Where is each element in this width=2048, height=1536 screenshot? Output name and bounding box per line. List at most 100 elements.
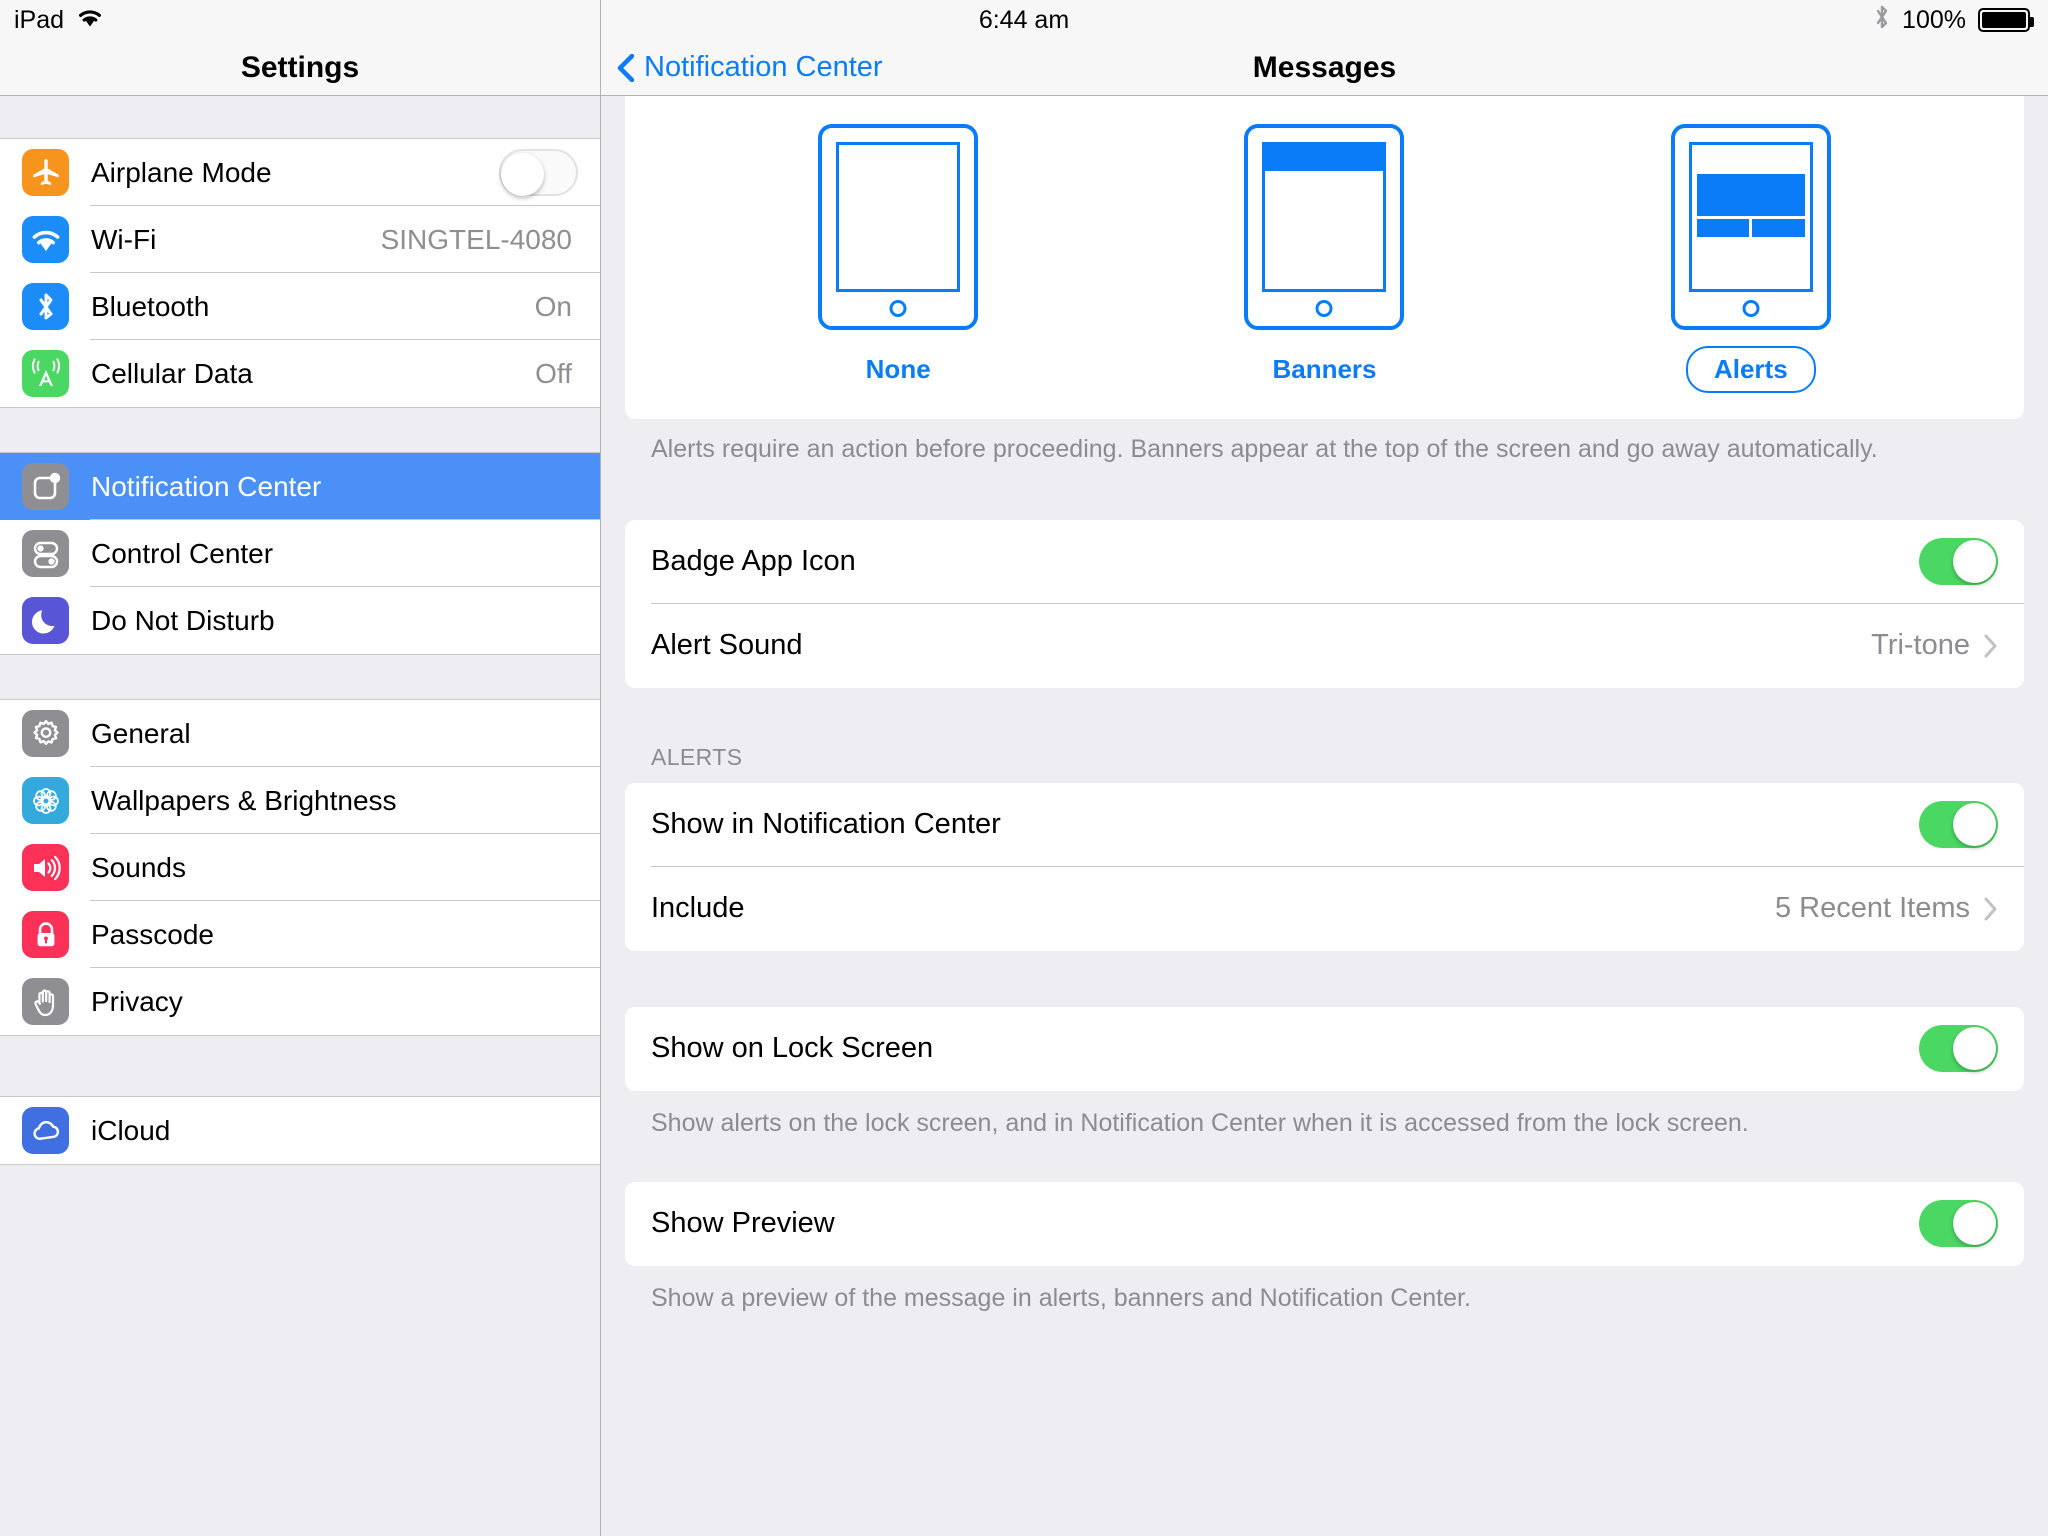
cloud-icon [22, 1107, 69, 1154]
banner-bar [1265, 145, 1384, 171]
battery-full-icon [1978, 8, 2034, 32]
switch-knob [1953, 803, 1996, 847]
row-label: Alert Sound [651, 629, 803, 662]
alert-style-options: None Banners Alerts [625, 96, 2024, 419]
lock-screen-card: Show on Lock Screen [625, 1006, 2024, 1091]
lock-icon [22, 911, 69, 958]
moon-icon [22, 597, 69, 644]
row-value: Tri-tone [1871, 629, 1970, 662]
alert-style-footnote: Alerts require an action before proceedi… [651, 435, 1878, 463]
sidebar-item-notification-center[interactable]: Notification Center [0, 453, 600, 520]
sidebar-item-icloud[interactable]: iCloud [0, 1097, 600, 1164]
switch-knob [1953, 1202, 1996, 1245]
device-preview-none [818, 124, 979, 330]
sidebar-group-gap [0, 96, 600, 138]
sidebar-item-general[interactable]: General [0, 700, 600, 767]
ipad-settings-screen: Settings Airplane Mode Wi-Fi SINGTEL-4080 B… [0, 0, 2048, 1536]
cellular-icon [22, 350, 69, 397]
sidebar-item-wallpapers-brightness[interactable]: Wallpapers & Brightness [0, 767, 600, 834]
gear-icon [22, 710, 69, 757]
chevron-right-icon [1984, 634, 1998, 658]
bluetooth-icon [1874, 4, 1890, 37]
badge-app-icon-switch[interactable] [1919, 538, 1998, 586]
alert-style-label: Banners [1272, 354, 1377, 384]
show-in-notification-center-switch[interactable] [1919, 801, 1998, 849]
show-on-lock-screen-switch[interactable] [1919, 1025, 1998, 1073]
preview-card: Show Preview [625, 1181, 2024, 1266]
sidebar-group-gap [0, 408, 600, 452]
sidebar-group: iCloud [0, 1096, 600, 1165]
sidebar-item-control-center[interactable]: Control Center [0, 520, 600, 587]
status-bar-right: 100% [1874, 4, 2034, 37]
sidebar-item-airplane-mode[interactable]: Airplane Mode [0, 139, 600, 206]
detail-pane: Notification Center Messages None Banners… [601, 0, 2048, 1536]
sidebar-item-label: Notification Center [91, 470, 322, 502]
sidebar-item-label: Passcode [91, 918, 214, 950]
settings-sidebar: Settings Airplane Mode Wi-Fi SINGTEL-4080 B… [0, 0, 601, 1536]
alert-style-option-none[interactable]: None [818, 124, 979, 393]
airplane-icon [22, 149, 69, 196]
row-badge-app-icon: Badge App Icon [625, 520, 2024, 604]
sidebar-item-cellular-data[interactable]: Cellular Data Off [0, 340, 600, 407]
device-preview-alert [1670, 124, 1831, 330]
row-show-on-lock-screen: Show on Lock Screen [625, 1007, 2024, 1091]
sidebar-item-privacy[interactable]: Privacy [0, 968, 600, 1035]
device-screen [1262, 142, 1387, 292]
alert-style-option-banners[interactable]: Banners [1244, 124, 1405, 393]
airplane-mode-switch[interactable] [499, 149, 578, 196]
row-alert-sound[interactable]: Alert Sound Tri-tone [625, 604, 2024, 688]
chevron-right-icon [1984, 897, 1998, 921]
hand-icon [22, 978, 69, 1025]
alert-dialog-graphic [1696, 174, 1805, 237]
back-button[interactable]: Notification Center [617, 51, 883, 84]
alerts-card: Show in Notification Center Include 5 Rece… [625, 782, 2024, 951]
sidebar-item-value: Off [535, 357, 572, 389]
sidebar-item-bluetooth[interactable]: Bluetooth On [0, 273, 600, 340]
sidebar-group: General Wallpapers & Brightness Sounds Pass… [0, 699, 600, 1036]
row-include[interactable]: Include 5 Recent Items [625, 867, 2024, 951]
row-label: Include [651, 892, 745, 925]
sidebar-item-label: Wi-Fi [91, 223, 157, 255]
page-title: Settings [240, 50, 360, 84]
sidebar-item-sounds[interactable]: Sounds [0, 834, 600, 901]
sidebar-item-value: On [534, 290, 572, 322]
home-button-graphic [1742, 300, 1760, 317]
status-bar-time: 6:44 am [978, 5, 1070, 34]
speaker-icon [22, 844, 69, 891]
row-label: Show in Notification Center [651, 808, 1001, 841]
switch-knob [1953, 1027, 1996, 1071]
row-show-in-notification-center: Show in Notification Center [625, 783, 2024, 867]
sidebar-item-label: Cellular Data [91, 357, 253, 389]
wifi-icon [22, 216, 69, 263]
row-label: Show Preview [651, 1207, 835, 1239]
alerts-section-header: ALERTS [651, 743, 743, 770]
home-button-graphic [889, 300, 907, 317]
sidebar-item-label: Privacy [91, 985, 183, 1017]
sidebar-item-label: Airplane Mode [91, 156, 272, 188]
sidebar-item-label: Do Not Disturb [91, 604, 275, 636]
sidebar-group-gap [0, 1036, 600, 1096]
flower-icon [22, 777, 69, 824]
sidebar-group: Notification Center Control Center Do Not … [0, 452, 600, 655]
sidebar-item-label: Control Center [91, 537, 274, 569]
sidebar-item-label: Wallpapers & Brightness [91, 784, 397, 816]
show-preview-switch[interactable] [1919, 1200, 1998, 1247]
sidebar-item-label: Bluetooth [91, 290, 210, 322]
row-label: Badge App Icon [651, 545, 856, 578]
sidebar-item-do-not-disturb[interactable]: Do Not Disturb [0, 587, 600, 654]
sidebar-group: Airplane Mode Wi-Fi SINGTEL-4080 Bluetooth O… [0, 138, 600, 408]
alert-style-card: None Banners Alerts [625, 96, 2024, 419]
alert-style-option-alerts[interactable]: Alerts [1670, 124, 1831, 393]
sidebar-item-value: SINGTEL-4080 [380, 223, 572, 255]
alert-style-label: Alerts [1685, 346, 1816, 393]
home-button-graphic [1315, 300, 1333, 317]
row-show-preview: Show Preview [625, 1182, 2024, 1266]
sidebar-item-wi-fi[interactable]: Wi-Fi SINGTEL-4080 [0, 206, 600, 273]
badge-sound-card: Badge App Icon Alert Sound Tri-tone [625, 519, 2024, 688]
row-value: 5 Recent Items [1774, 892, 1970, 925]
switch-knob [501, 153, 544, 196]
sidebar-item-label: iCloud [91, 1114, 171, 1146]
battery-percent: 100% [1902, 5, 1966, 34]
alert-style-label: None [865, 354, 931, 384]
sidebar-item-passcode[interactable]: Passcode [0, 901, 600, 968]
